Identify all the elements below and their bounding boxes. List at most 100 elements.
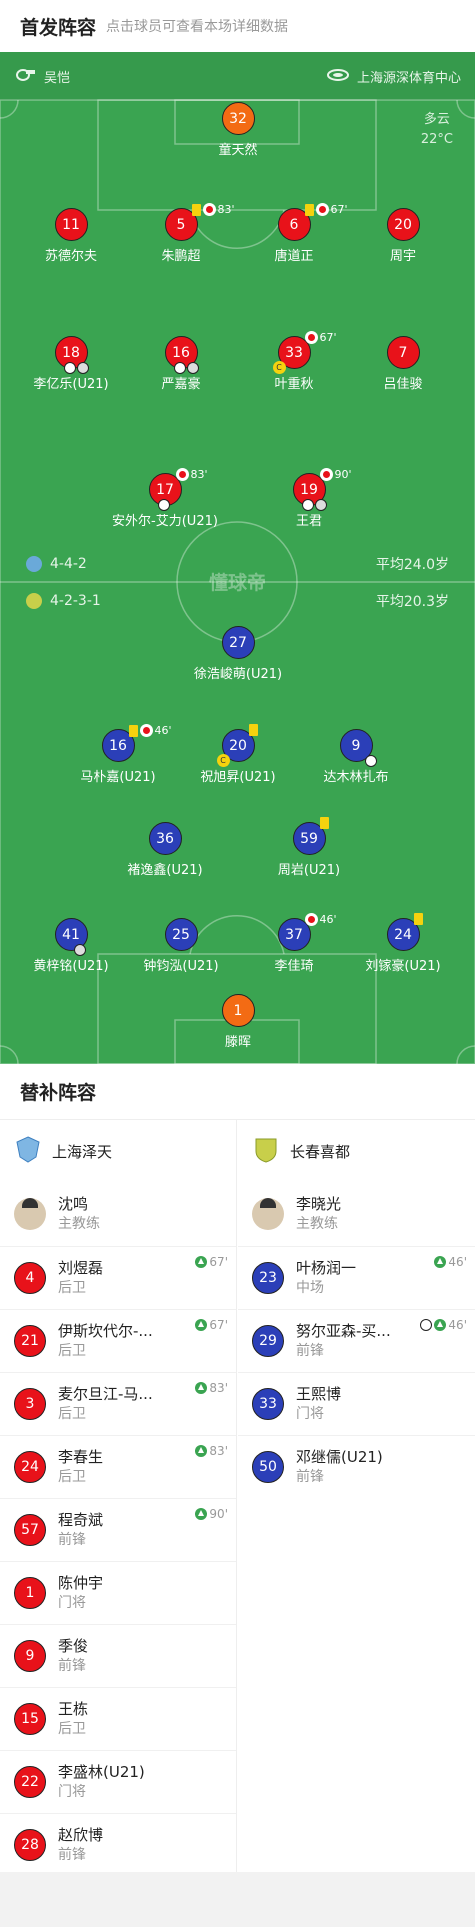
sub-player-position: 中场	[296, 1280, 324, 1296]
home-formation: 4-4-2	[50, 556, 87, 572]
lineup-title: 首发阵容	[20, 16, 97, 39]
sub-player-number: 29	[252, 1325, 284, 1357]
coach-name: 沈鸣	[58, 1195, 89, 1213]
pitch-player[interactable]: 27 徐浩峻萌(U21)	[168, 626, 308, 682]
lineup-subtitle: 点击球员可查看本场详细数据	[106, 19, 289, 35]
home-coach[interactable]: 沈鸣 主教练	[0, 1182, 236, 1246]
sub-in-icon	[195, 1445, 208, 1457]
away-team-row: 长春喜都	[238, 1120, 475, 1182]
sub-player-row[interactable]: 4 刘煜磊 后卫 67'	[0, 1246, 236, 1309]
pitch-player[interactable]: 19 90' 王君	[239, 468, 379, 529]
player-number-text: 59	[300, 830, 318, 847]
sub-player-row[interactable]: 23 叶杨润一 中场 46'	[238, 1246, 475, 1309]
sub-off-icon	[175, 468, 189, 481]
pitch-player[interactable]: 1 滕晖	[168, 994, 308, 1050]
home-formation-row: 4-4-2 平均24.0岁	[0, 551, 475, 577]
pitch-player[interactable]: 17 83' 安外尔-艾力(U21)	[95, 468, 235, 529]
stadium-name: 上海源深体育中心	[356, 70, 461, 86]
sub-off-icon	[315, 203, 329, 216]
pitch-player[interactable]: 16 46' 马朴嘉(U21)	[48, 724, 188, 785]
sub-in-icon	[195, 1319, 208, 1331]
sub-player-row[interactable]: 28 赵欣博 前锋	[0, 1813, 236, 1876]
sub-in-minute: 46'	[448, 1255, 467, 1269]
pitch-player[interactable]: 24 刘镓豪(U21)	[333, 913, 473, 974]
player-number-text: 16	[109, 737, 127, 754]
sub-in-icon	[434, 1319, 447, 1331]
home-team-name: 上海泽天	[52, 1142, 113, 1161]
player-number: 17 83'	[148, 468, 208, 511]
goal-events	[301, 499, 327, 511]
sub-player-name: 李春生	[58, 1448, 104, 1466]
sub-player-row[interactable]: 50 邓继儒(U21) 前锋	[238, 1435, 475, 1498]
sub-player-row[interactable]: 22 李盛林(U21) 门将	[0, 1750, 236, 1813]
sub-player-row[interactable]: 24 李春生 后卫 83'	[0, 1435, 236, 1498]
away-subs-list: 23 叶杨润一 中场 46' 29 努尔亚森-买... 前锋 46' 33 王熙博 门将 50 邓继儒(…	[238, 1246, 475, 1498]
away-bench-column: 长春喜都 李晓光 主教练 23 叶杨润一 中场 46' 29 努尔亚森-买... 前锋 46' 3…	[238, 1120, 475, 1498]
referee-name: 吴恺	[44, 70, 71, 86]
player-number: 6 67'	[277, 203, 348, 241]
bench-section: 替补阵容 上海泽天 沈鸣 主教练 4 刘煜磊 后卫 67' 21 伊斯坎代尔-... 后卫 67…	[0, 1064, 475, 1872]
player-name: 刘镓豪(U21)	[365, 959, 441, 974]
goal-events	[364, 755, 377, 767]
pitch-player[interactable]: 20 周宇	[333, 208, 473, 264]
player-number-text: 20	[229, 737, 247, 754]
pitch-player[interactable]: 32 童天然	[168, 102, 308, 158]
sub-player-info: 伊斯坎代尔-... 后卫	[58, 1321, 153, 1361]
pitch-player[interactable]: 59 周岩(U21)	[239, 817, 379, 878]
sub-player-row[interactable]: 33 王熙博 门将	[238, 1372, 475, 1435]
sub-in-icon	[195, 1508, 208, 1520]
yellow-card-icon	[413, 913, 423, 925]
assist-icon	[73, 944, 86, 956]
player-name: 周岩(U21)	[277, 863, 341, 878]
sub-in-time: 46'	[434, 1255, 467, 1269]
goal-ball-icon	[364, 755, 377, 767]
player-events	[413, 913, 423, 925]
sub-in-minute: 83'	[209, 1444, 228, 1458]
away-coach[interactable]: 李晓光 主教练	[238, 1182, 475, 1246]
sub-off-icon	[304, 331, 318, 344]
sub-player-row[interactable]: 1 陈仲宇 门将	[0, 1561, 236, 1624]
pitch-player[interactable]: 9 达木林扎布	[286, 729, 426, 785]
sub-player-position: 门将	[296, 1406, 324, 1422]
pitch-player[interactable]: 36 褚逸鑫(U21)	[95, 822, 235, 878]
player-number: 18	[54, 336, 89, 374]
sub-player-position: 前锋	[58, 1658, 86, 1674]
sub-off-icon	[202, 203, 216, 216]
goal-events	[157, 499, 170, 511]
player-number: 37 46'	[277, 913, 337, 951]
sub-in-icon	[195, 1382, 208, 1394]
sub-player-position: 后卫	[58, 1343, 86, 1359]
player-number-text: 17	[156, 481, 174, 498]
sub-player-info: 王熙博 门将	[296, 1384, 341, 1424]
sub-player-number: 24	[14, 1451, 46, 1483]
player-name: 童天然	[218, 143, 258, 158]
sub-player-row[interactable]: 15 王栋 后卫	[0, 1687, 236, 1750]
player-number-text: 33	[285, 344, 303, 361]
sub-off-icon	[319, 468, 333, 481]
sub-player-name: 伊斯坎代尔-...	[58, 1322, 153, 1340]
away-team-name: 长春喜都	[290, 1142, 351, 1161]
sub-player-row[interactable]: 21 伊斯坎代尔-... 后卫 67'	[0, 1309, 236, 1372]
yellow-card-icon	[248, 724, 258, 736]
player-events	[63, 362, 89, 374]
sub-player-row[interactable]: 29 努尔亚森-买... 前锋 46'	[238, 1309, 475, 1372]
sub-off-icon	[139, 724, 153, 737]
sub-player-info: 李盛林(U21) 门将	[58, 1762, 145, 1802]
match-info-bar: 吴恺 上海源深体育中心	[0, 52, 475, 100]
sub-player-row[interactable]: 9 季俊 前锋	[0, 1624, 236, 1687]
sub-player-row[interactable]: 57 程奇斌 前锋 90'	[0, 1498, 236, 1561]
sub-in-time: 46'	[420, 1318, 467, 1332]
pitch-player[interactable]: 7 吕佳骏	[333, 336, 473, 392]
sub-player-row[interactable]: 3 麦尔旦江-马... 后卫 83'	[0, 1372, 236, 1435]
sub-in-icon	[195, 1256, 208, 1268]
player-number: 32	[221, 102, 255, 135]
sub-player-number: 15	[14, 1703, 46, 1735]
home-team-logo-icon	[26, 556, 42, 572]
player-events	[73, 944, 86, 956]
away-team-logo-icon	[252, 1135, 280, 1167]
player-number: 16	[164, 336, 199, 374]
player-name: 安外尔-艾力(U21)	[112, 514, 218, 529]
sub-player-number: 3	[14, 1388, 46, 1420]
player-number-text: 16	[172, 344, 190, 361]
player-events: 46'	[304, 913, 337, 926]
